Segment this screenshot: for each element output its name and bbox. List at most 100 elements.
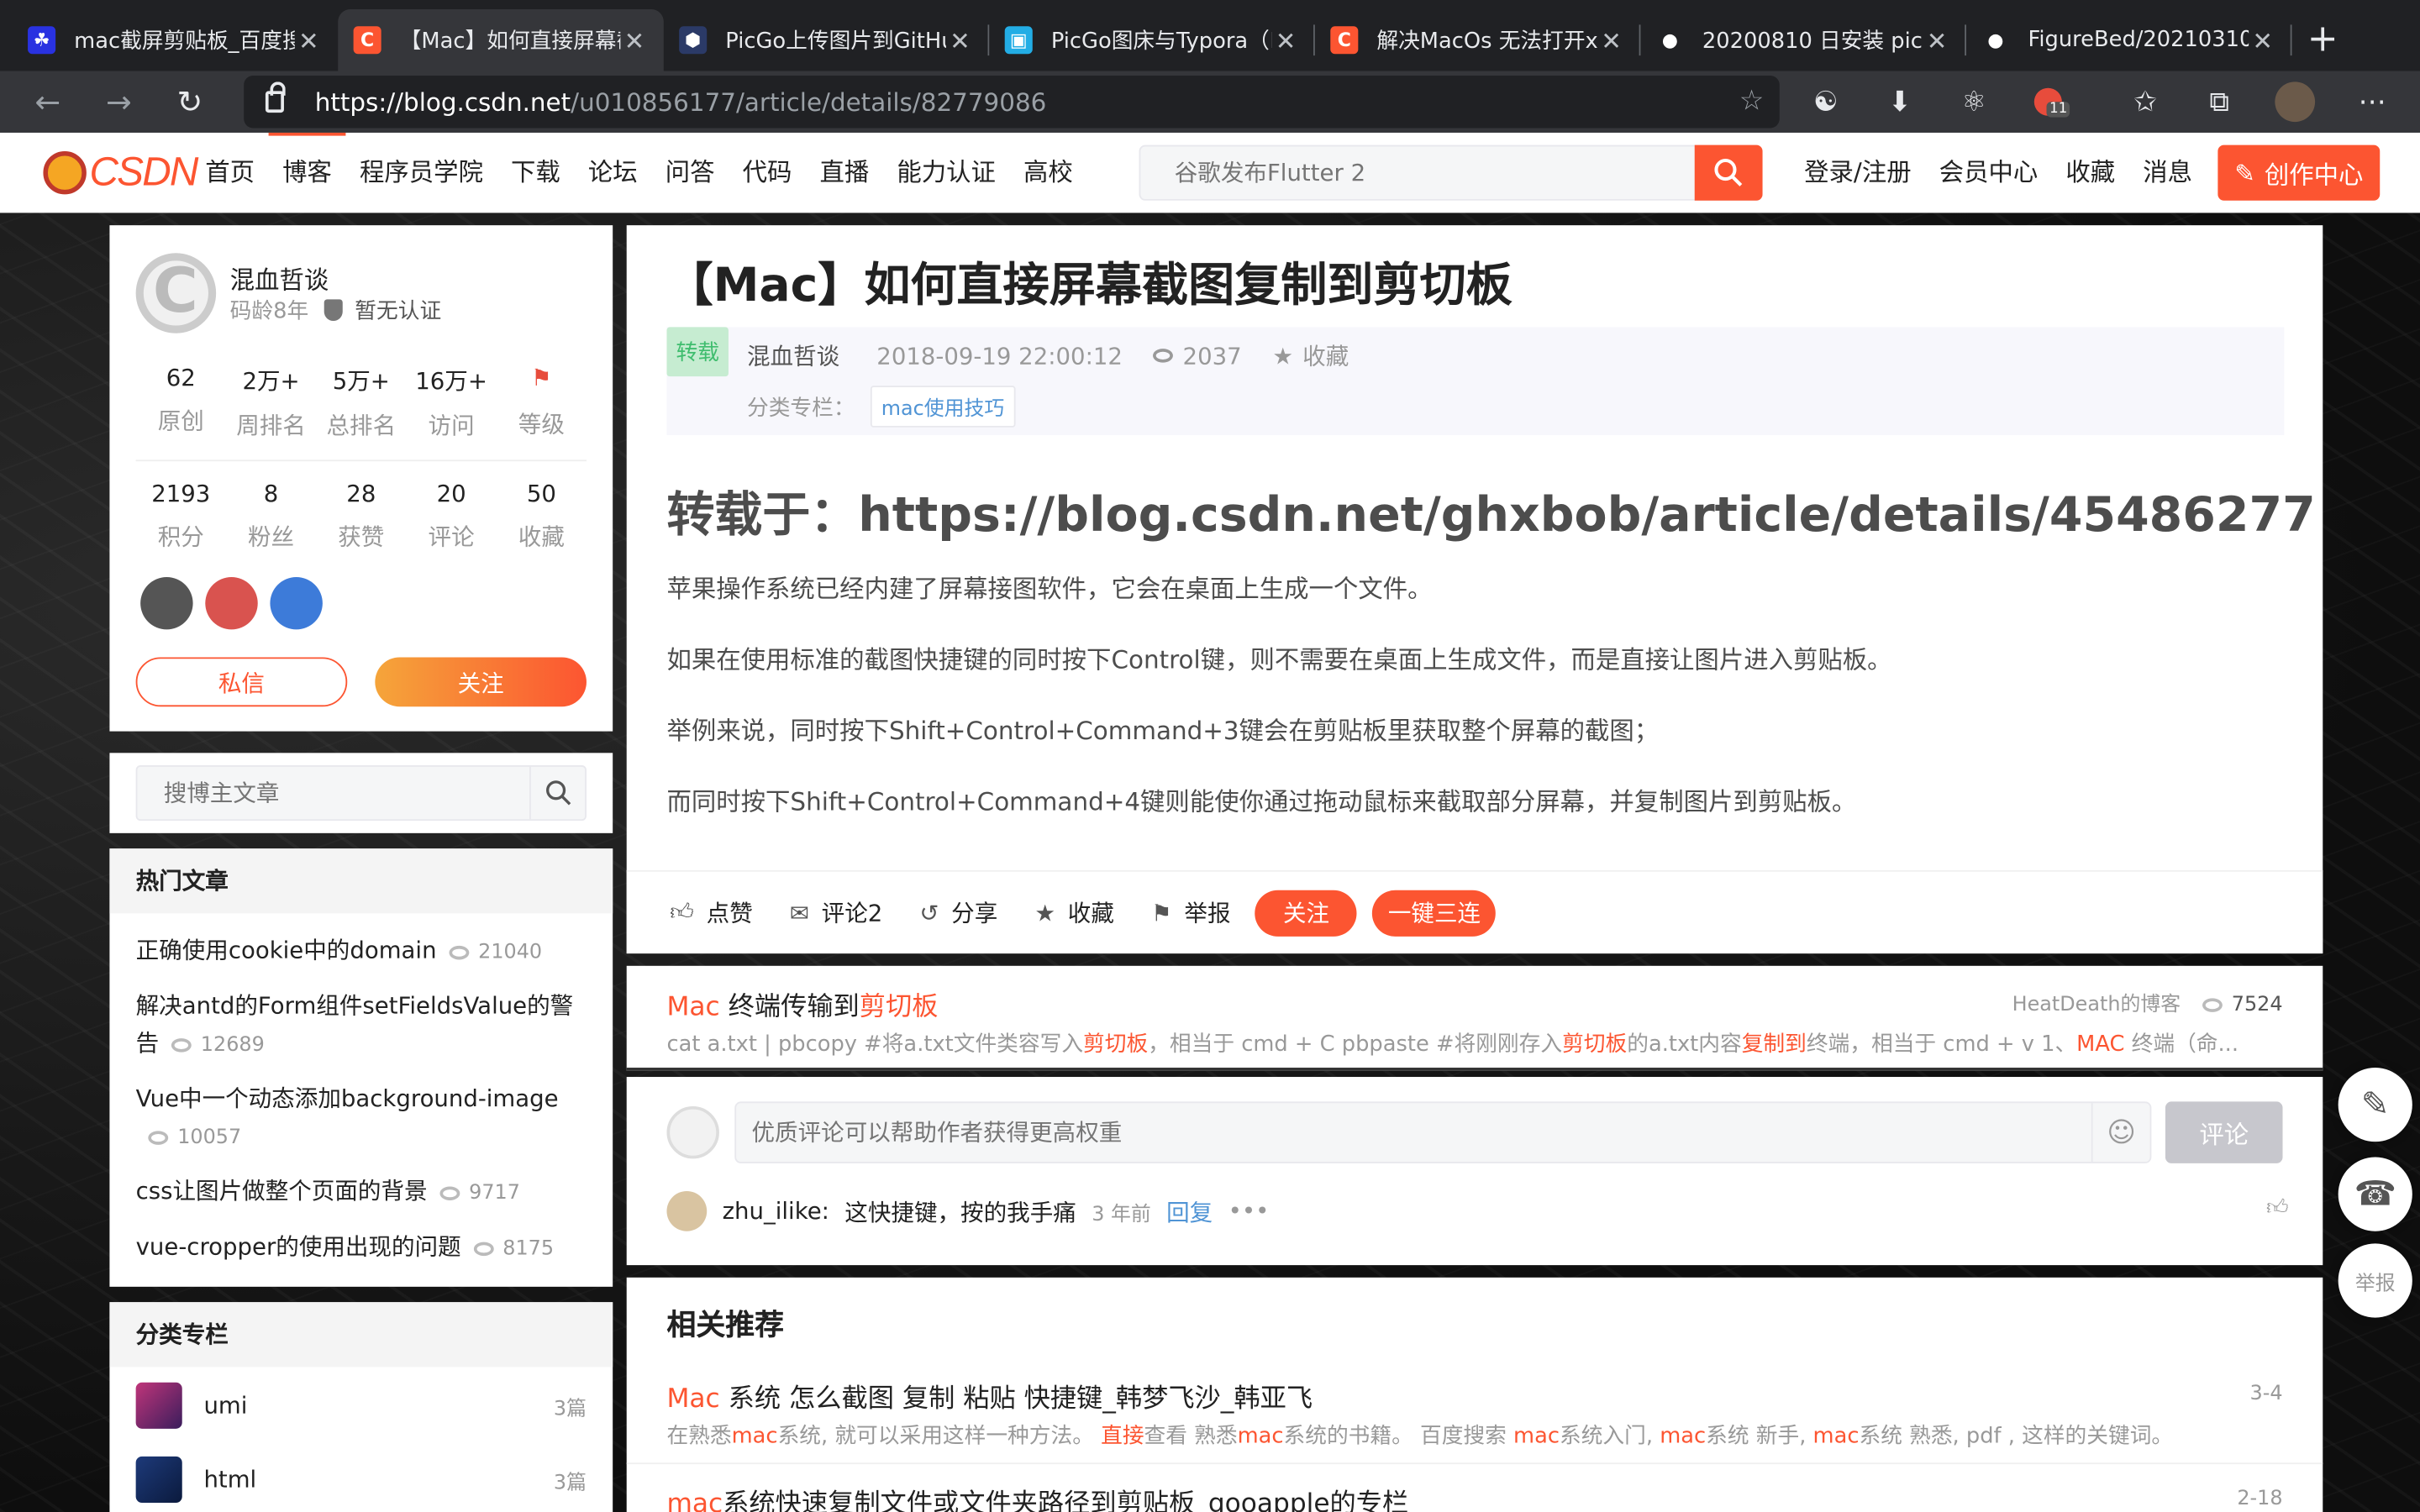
search-button[interactable] — [1694, 144, 1763, 201]
search-icon — [1714, 159, 1743, 186]
nav-item[interactable]: 下载 — [497, 133, 575, 213]
submit-comment-button[interactable]: 评论 — [2165, 1101, 2283, 1163]
nav-item[interactable]: 代码 — [729, 133, 806, 213]
user-nav-item[interactable]: 收藏 — [2052, 133, 2129, 213]
report-float-button[interactable]: 举报 — [2338, 1243, 2412, 1318]
site-search-input[interactable] — [1140, 146, 1697, 199]
stat-item[interactable]: 5万+ 总排名 — [316, 364, 406, 441]
triple-action-button[interactable]: 一键三连 — [1372, 889, 1497, 936]
category-tag[interactable]: mac使用技巧 — [870, 386, 1016, 428]
baidu-paw-icon: ☘ — [28, 26, 56, 55]
forward-icon[interactable]: → — [83, 83, 154, 120]
user-nav-item[interactable]: 会员中心 — [1925, 133, 2052, 213]
commenter-avatar[interactable] — [666, 1190, 708, 1231]
back-icon[interactable]: ← — [13, 83, 83, 120]
favorites-icon[interactable]: ✩ — [2114, 71, 2175, 132]
browser-tab[interactable]: ☘ mac截屏剪贴板_百度搜索✕ — [13, 9, 339, 71]
write-blog-button[interactable]: ✎ — [2338, 1068, 2412, 1142]
nav-item[interactable]: 博客 — [268, 132, 346, 213]
stat-item[interactable]: 2万+ 周排名 — [226, 364, 316, 441]
nav-item[interactable]: 论坛 — [574, 133, 651, 213]
url-field[interactable]: https://blog.csdn.net/u010856177/article… — [244, 76, 1780, 129]
author-name[interactable]: 混血哲谈 — [230, 260, 329, 297]
stat-item[interactable]: 62 原创 — [136, 364, 226, 441]
stat-item[interactable]: ⚑ 等级 — [497, 364, 587, 441]
comment-input[interactable] — [736, 1103, 2064, 1163]
recommend-title[interactable]: Mac 终端传输到剪切板 — [666, 984, 938, 1023]
browser-tab[interactable]: C 【Mac】如何直接屏幕截图✕ — [338, 9, 664, 71]
blogger-badge-icon[interactable] — [270, 576, 323, 630]
hot-article-item[interactable]: vue-cropper的使用出现的问题 8175 — [109, 1228, 613, 1268]
react-ext-icon[interactable]: ⚛ — [1943, 71, 2004, 132]
close-tab-icon[interactable]: ✕ — [620, 25, 648, 55]
browser-tab[interactable]: ● 20200810 日安装 picgo✕ — [1640, 9, 1967, 71]
close-tab-icon[interactable]: ✕ — [2249, 25, 2276, 55]
category-item[interactable]: html 3篇 — [135, 1456, 587, 1503]
download-ext-icon[interactable]: ⬇ — [1869, 71, 1930, 132]
share-button[interactable]: ↺ 分享 — [919, 896, 997, 929]
related-item-title[interactable]: mac系统快速复制文件或文件夹路径到剪贴板_gooapple的专栏 — [666, 1481, 1408, 1512]
nav-item[interactable]: 首页 — [192, 133, 269, 213]
close-tab-icon[interactable]: ✕ — [1923, 25, 1951, 55]
stat-item[interactable]: 50 收藏 — [497, 480, 587, 552]
private-message-button[interactable]: 私信 — [135, 657, 348, 707]
comment-button[interactable]: ✉ 评论2 — [790, 896, 882, 929]
like-button[interactable]: 👍︎ 点赞 — [670, 896, 753, 929]
favorite-add-icon[interactable]: ☆ — [1739, 85, 1765, 118]
browser-tab[interactable]: ▣ PicGo图床与Typora（P ✕ — [989, 9, 1315, 71]
new-tab-button[interactable]: + — [2292, 9, 2354, 71]
close-tab-icon[interactable]: ✕ — [295, 25, 323, 55]
blogger-search-input[interactable] — [137, 766, 523, 820]
more-menu-icon[interactable]: ⋯ — [2341, 71, 2402, 132]
profile-avatar[interactable] — [2264, 71, 2325, 132]
article-author[interactable]: 混血哲谈 — [747, 339, 839, 372]
browser-tab[interactable]: ⬢ PicGo上传图片到GitHub ✕ — [664, 9, 990, 71]
persistence-badge-icon[interactable] — [140, 576, 193, 630]
close-tab-icon[interactable]: ✕ — [1271, 25, 1299, 55]
reader-icon[interactable]: ☯ — [1795, 71, 1856, 132]
hot-article-item[interactable]: 解决antd的Form组件setFieldsValue的警告 12689 — [109, 988, 613, 1065]
user-avatar — [666, 1105, 719, 1159]
stat-item[interactable]: 8 粉丝 — [226, 480, 316, 552]
follow-author-button[interactable]: 关注 — [375, 657, 587, 707]
user-nav-item[interactable]: 消息 — [2129, 133, 2207, 213]
stat-item[interactable]: 28 获赞 — [316, 480, 406, 552]
reload-icon[interactable]: ↻ — [155, 83, 225, 120]
more-icon[interactable]: ••• — [1228, 1197, 1270, 1225]
comment-like-icon[interactable]: 👍︎ — [2266, 1194, 2289, 1220]
recommend-item[interactable]: Mac 终端传输到剪切板 HeatDeath的博客 7524 cat a.txt … — [626, 965, 2323, 1071]
commenter-name[interactable]: zhu_ilike: — [723, 1197, 829, 1225]
picgo-ext-icon[interactable]: 11 — [2018, 71, 2079, 132]
reply-link[interactable]: 回复 — [1166, 1195, 1213, 1228]
user-nav-item[interactable]: 登录/注册 — [1791, 133, 1926, 213]
nav-item[interactable]: 高校 — [1009, 133, 1086, 213]
csdn-logo[interactable]: CSDN — [40, 148, 198, 196]
stat-item[interactable]: 20 评论 — [406, 480, 496, 552]
close-tab-icon[interactable]: ✕ — [946, 25, 974, 55]
hot-article-item[interactable]: css让图片做整个页面的背景 9717 — [109, 1173, 613, 1213]
collections-icon[interactable]: ⧉ — [2188, 71, 2249, 132]
nav-item[interactable]: 问答 — [651, 133, 729, 213]
follow-button[interactable]: 关注 — [1255, 889, 1358, 936]
browser-tab[interactable]: ● FigureBed/20210310 ✕ — [1966, 9, 2292, 71]
nav-item[interactable]: 直播 — [806, 133, 883, 213]
create-center-button[interactable]: ✎ 创作中心 — [2217, 144, 2381, 201]
nav-item[interactable]: 能力认证 — [883, 133, 1010, 213]
collect-button[interactable]: ★ 收藏 — [1034, 896, 1114, 929]
customer-service-button[interactable]: ☎ — [2338, 1157, 2412, 1231]
browser-tab[interactable]: C 解决MacOs 无法打开xx ✕ — [1315, 9, 1641, 71]
blogger-search-button[interactable] — [529, 766, 585, 820]
hot-article-item[interactable]: Vue中一个动态添加background-image 10057 — [109, 1080, 613, 1158]
emoji-icon[interactable]: ☺ — [2091, 1103, 2150, 1163]
stat-item[interactable]: 2193 积分 — [136, 480, 226, 552]
author-avatar[interactable] — [135, 253, 217, 333]
favorite-link[interactable]: ★ 收藏 — [1272, 339, 1349, 372]
close-tab-icon[interactable]: ✕ — [1597, 25, 1625, 55]
pen-badge-icon[interactable] — [205, 576, 258, 630]
hot-article-item[interactable]: 正确使用cookie中的domain 21040 — [109, 932, 613, 972]
related-item-title[interactable]: Mac 系统 怎么截图 复制 粘贴 快捷键_韩梦飞沙_韩亚飞 — [666, 1376, 1313, 1415]
report-button[interactable]: ⚑ 举报 — [1151, 896, 1231, 929]
category-item[interactable]: umi 3篇 — [135, 1382, 587, 1429]
nav-item[interactable]: 程序员学院 — [345, 133, 497, 213]
stat-item[interactable]: 16万+ 访问 — [406, 364, 496, 441]
